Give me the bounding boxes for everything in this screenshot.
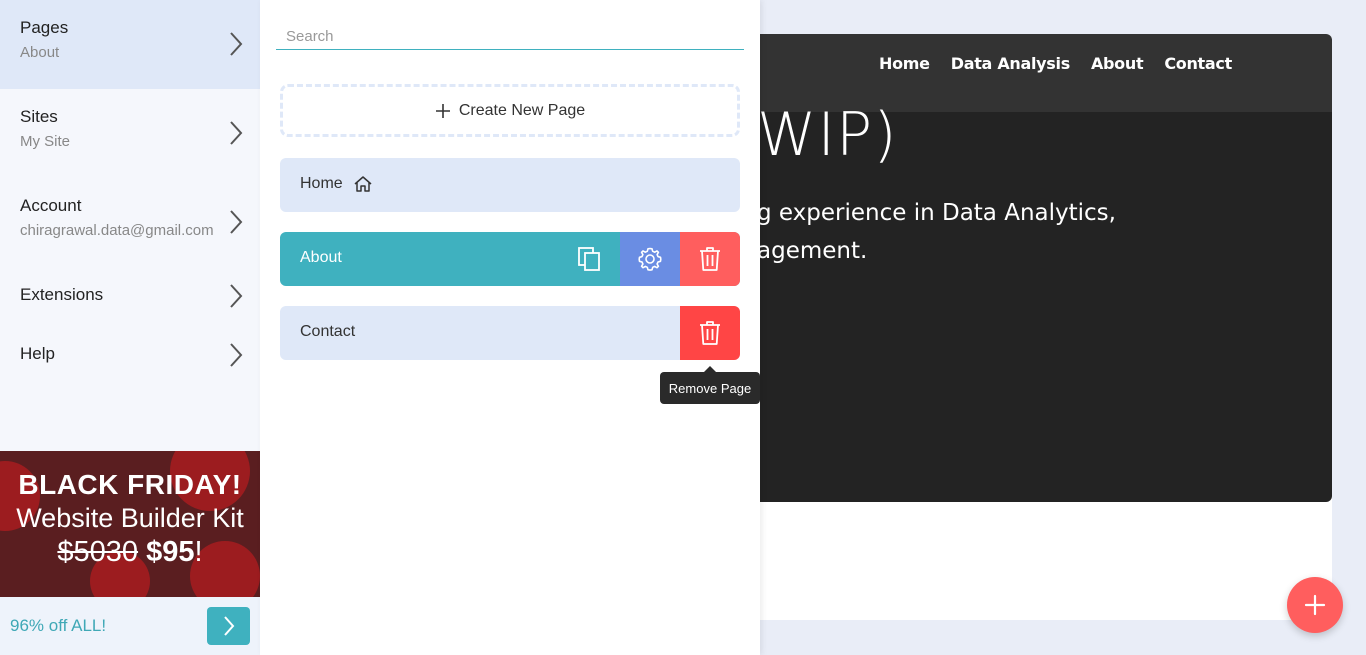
sidebar-item-subtitle: My Site xyxy=(20,133,71,150)
chevron-right-icon xyxy=(223,616,234,636)
remove-page-button[interactable] xyxy=(680,306,740,360)
page-row-label: Contact xyxy=(300,323,355,341)
sidebar-item-help[interactable]: Help xyxy=(0,326,260,385)
copy-icon xyxy=(578,247,600,271)
create-new-page-button[interactable]: Create New Page xyxy=(280,84,740,137)
duplicate-page-button[interactable] xyxy=(560,232,620,286)
trash-icon xyxy=(700,247,720,271)
promo-price: $5030 $95! xyxy=(0,536,260,569)
preview-nav-about[interactable]: About xyxy=(1091,54,1144,73)
plus-icon xyxy=(1304,594,1326,616)
hero-title: WIP) xyxy=(757,100,898,170)
sidebar-item-subtitle: chiragrawal.data@gmail.com xyxy=(20,222,214,239)
page-row-label: About xyxy=(300,249,342,267)
gear-icon xyxy=(638,247,662,271)
sidebar-item-sites[interactable]: Sites My Site xyxy=(0,89,260,178)
chevron-right-icon xyxy=(230,343,243,367)
hero-text-line-1: g experience in Data Analytics, xyxy=(757,200,1116,226)
promo-old-price: $5030 xyxy=(57,536,139,568)
trash-icon xyxy=(700,321,720,345)
create-new-page-label: Create New Page xyxy=(458,101,586,119)
promo-product: Website Builder Kit xyxy=(16,503,244,533)
home-icon xyxy=(354,176,372,192)
page-settings-button[interactable] xyxy=(620,232,680,286)
promo-banner[interactable]: BLACK FRIDAY! Website Builder Kit $5030 … xyxy=(0,451,260,597)
sidebar-item-title: Pages xyxy=(20,18,69,37)
page-name: About xyxy=(300,249,342,266)
remove-page-tooltip: Remove Page xyxy=(660,366,760,404)
promo-new-price: $95 xyxy=(146,536,195,568)
preview-nav: Home Data Analysis About Contact xyxy=(879,54,1232,73)
page-row-about[interactable]: About xyxy=(280,232,740,286)
search-input[interactable] xyxy=(276,24,744,50)
plus-icon xyxy=(435,103,450,118)
sidebar: Pages About Sites My Site Account chirag… xyxy=(0,0,260,655)
page-name: Contact xyxy=(300,323,356,340)
promo-bar-text[interactable]: 96% off ALL! xyxy=(10,616,106,636)
chevron-right-icon xyxy=(230,32,243,56)
promo-text: BLACK FRIDAY! Website Builder Kit $5030 … xyxy=(0,451,260,569)
chevron-right-icon xyxy=(230,210,243,234)
page-row-contact[interactable]: Contact xyxy=(280,306,740,360)
sidebar-item-title: Account xyxy=(20,196,82,215)
hero-text-line-2: agement. xyxy=(757,238,868,264)
promo-headline: BLACK FRIDAY! xyxy=(18,469,242,500)
pages-panel: Create New Page Home About Contact xyxy=(260,0,760,655)
sidebar-item-title: Sites xyxy=(20,107,58,126)
preview-nav-data-analysis[interactable]: Data Analysis xyxy=(951,54,1071,73)
page-row-home[interactable]: Home xyxy=(280,158,740,212)
promo-bar: 96% off ALL! xyxy=(0,597,260,655)
preview-nav-home[interactable]: Home xyxy=(879,54,930,73)
sidebar-item-extensions[interactable]: Extensions xyxy=(0,267,260,326)
chevron-right-icon xyxy=(230,121,243,145)
remove-page-button[interactable] xyxy=(680,232,740,286)
chevron-right-icon xyxy=(230,284,243,308)
promo-go-button[interactable] xyxy=(207,607,250,645)
page-name: Home xyxy=(300,175,343,192)
sidebar-item-pages[interactable]: Pages About xyxy=(0,0,260,89)
sidebar-item-subtitle: About xyxy=(20,44,60,61)
sidebar-item-account[interactable]: Account chiragrawal.data@gmail.com xyxy=(0,178,260,267)
sidebar-item-title: Help xyxy=(20,344,55,363)
page-row-label: Home xyxy=(300,175,373,193)
sidebar-item-title: Extensions xyxy=(20,285,104,304)
add-block-button[interactable] xyxy=(1287,577,1343,633)
promo-suffix: ! xyxy=(194,536,203,568)
preview-nav-contact[interactable]: Contact xyxy=(1164,54,1232,73)
